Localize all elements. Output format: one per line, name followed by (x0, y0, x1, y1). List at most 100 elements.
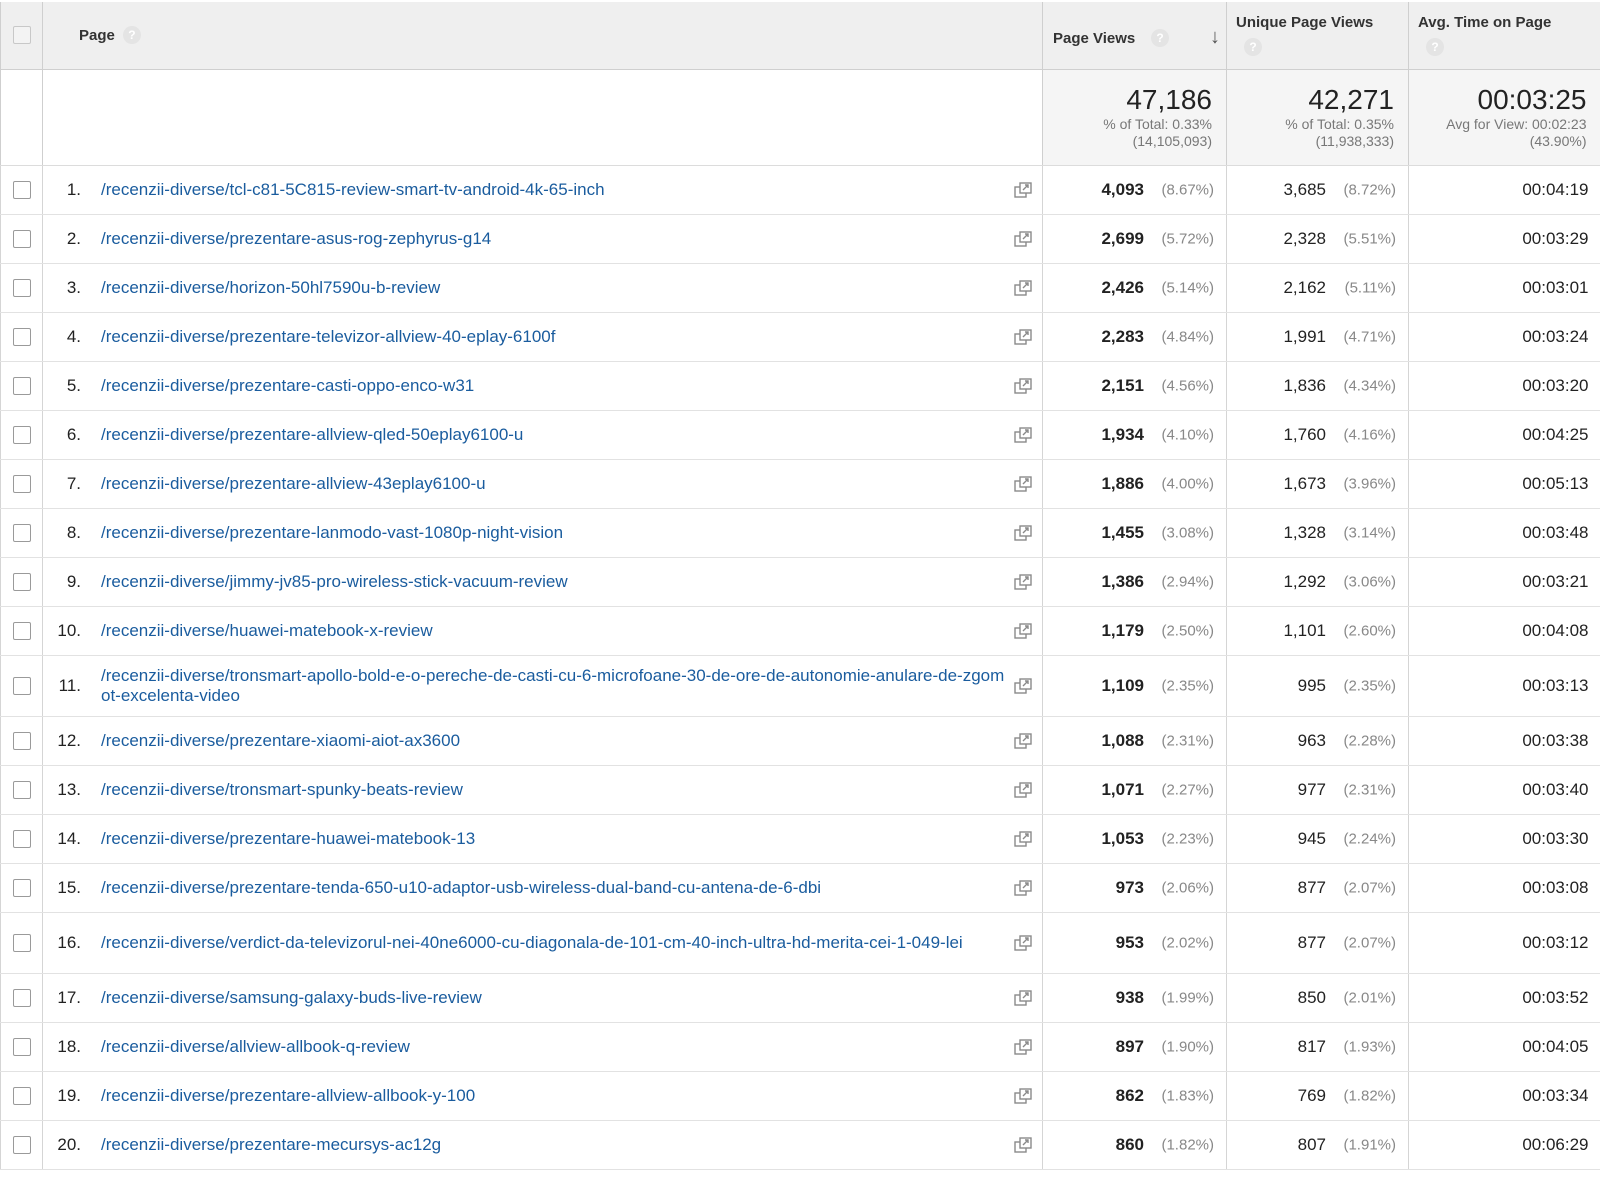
table-row[interactable]: 17. /recenzii-diverse/samsung-galaxy-buds… (0, 973, 1600, 1023)
table-row[interactable]: 3. /recenzii-diverse/horizon-50hl7590u-b-… (0, 263, 1600, 313)
unique-page-views-percent: (2.60%) (1343, 622, 1396, 639)
table-row[interactable]: 11. /recenzii-diverse/tronsmart-apollo-bo… (0, 655, 1600, 717)
page-link[interactable]: /recenzii-diverse/prezentare-televizor-a… (101, 327, 1008, 347)
row-checkbox[interactable] (12, 1087, 31, 1106)
column-header-page-views[interactable]: Page Views ? ↓ (1042, 2, 1227, 70)
table-row[interactable]: 1. /recenzii-diverse/tcl-c81-5C815-review… (0, 165, 1600, 215)
page-link[interactable]: /recenzii-diverse/prezentare-xiaomi-aiot… (101, 731, 1008, 751)
open-in-new-window-icon[interactable] (1014, 934, 1032, 951)
table-row[interactable]: 16. /recenzii-diverse/verdict-da-televizo… (0, 912, 1600, 974)
row-checkbox[interactable] (12, 377, 31, 396)
row-checkbox[interactable] (12, 830, 31, 849)
table-row[interactable]: 19. /recenzii-diverse/prezentare-allview-… (0, 1071, 1600, 1121)
open-in-new-window-icon[interactable] (1014, 328, 1032, 345)
open-in-new-window-icon[interactable] (1014, 230, 1032, 247)
page-link[interactable]: /recenzii-diverse/horizon-50hl7590u-b-re… (101, 278, 1008, 298)
table-row[interactable]: 8. /recenzii-diverse/prezentare-lanmodo-v… (0, 508, 1600, 558)
open-in-new-window-icon[interactable] (1014, 622, 1032, 639)
select-all-checkbox[interactable] (12, 26, 31, 45)
page-link[interactable]: /recenzii-diverse/prezentare-huawei-mate… (101, 829, 1008, 849)
help-icon[interactable]: ? (122, 26, 141, 45)
row-checkbox[interactable] (12, 732, 31, 751)
unique-page-views-percent: (2.24%) (1343, 830, 1396, 847)
row-checkbox[interactable] (12, 475, 31, 494)
table-row[interactable]: 18. /recenzii-diverse/allview-allbook-q-r… (0, 1022, 1600, 1072)
table-row[interactable]: 2. /recenzii-diverse/prezentare-asus-rog-… (0, 214, 1600, 264)
page-link[interactable]: /recenzii-diverse/prezentare-tenda-650-u… (101, 878, 1008, 898)
row-checkbox[interactable] (12, 1038, 31, 1057)
open-in-new-window-icon[interactable] (1014, 781, 1032, 798)
open-in-new-window-icon[interactable] (1014, 475, 1032, 492)
row-checkbox[interactable] (12, 934, 31, 953)
page-link[interactable]: /recenzii-diverse/huawei-matebook-x-revi… (101, 621, 1008, 641)
column-header-avg-time-on-page[interactable]: Avg. Time on Page ? (1408, 2, 1600, 70)
page-link[interactable]: /recenzii-diverse/tronsmart-apollo-bold-… (101, 666, 1008, 706)
row-checkbox[interactable] (12, 279, 31, 298)
table-row[interactable]: 6. /recenzii-diverse/prezentare-allview-q… (0, 410, 1600, 460)
table-row[interactable]: 5. /recenzii-diverse/prezentare-casti-opp… (0, 361, 1600, 411)
table-row[interactable]: 9. /recenzii-diverse/jimmy-jv85-pro-wirel… (0, 557, 1600, 607)
page-link[interactable]: /recenzii-diverse/prezentare-allview-qle… (101, 425, 1008, 445)
row-checkbox[interactable] (12, 677, 31, 696)
open-in-new-window-icon[interactable] (1014, 989, 1032, 1006)
row-checkbox[interactable] (12, 573, 31, 592)
open-in-new-window-icon[interactable] (1014, 879, 1032, 896)
page-link[interactable]: /recenzii-diverse/samsung-galaxy-buds-li… (101, 988, 1008, 1008)
row-checkbox[interactable] (12, 989, 31, 1008)
page-link[interactable]: /recenzii-diverse/prezentare-allview-43e… (101, 474, 1008, 494)
table-row[interactable]: 10. /recenzii-diverse/huawei-matebook-x-r… (0, 606, 1600, 656)
help-icon[interactable]: ? (1426, 38, 1444, 56)
open-in-new-window-icon[interactable] (1014, 181, 1032, 198)
open-in-new-window-icon[interactable] (1014, 279, 1032, 296)
row-checkbox[interactable] (12, 524, 31, 543)
column-header-page[interactable]: Page? (42, 2, 1043, 70)
open-in-new-window-icon[interactable] (1014, 377, 1032, 394)
row-checkbox[interactable] (12, 181, 31, 200)
table-row[interactable]: 20. /recenzii-diverse/prezentare-mecursys… (0, 1120, 1600, 1170)
page-link[interactable]: /recenzii-diverse/tcl-c81-5C815-review-s… (101, 180, 1008, 200)
avg-time-cell: 00:03:13 (1408, 655, 1600, 717)
table-row[interactable]: 4. /recenzii-diverse/prezentare-televizor… (0, 312, 1600, 362)
table-row[interactable]: 12. /recenzii-diverse/prezentare-xiaomi-a… (0, 716, 1600, 766)
table-row[interactable]: 15. /recenzii-diverse/prezentare-tenda-65… (0, 863, 1600, 913)
page-link[interactable]: /recenzii-diverse/tronsmart-spunky-beats… (101, 780, 1008, 800)
sort-descending-icon[interactable]: ↓ (1210, 26, 1220, 49)
help-icon[interactable]: ? (1151, 29, 1169, 47)
row-checkbox[interactable] (12, 1136, 31, 1155)
help-icon[interactable]: ? (1244, 38, 1262, 56)
column-header-unique-page-views[interactable]: Unique Page Views ? (1226, 2, 1409, 70)
page-link[interactable]: /recenzii-diverse/prezentare-allview-all… (101, 1086, 1008, 1106)
page-link[interactable]: /recenzii-diverse/jimmy-jv85-pro-wireles… (101, 572, 1008, 592)
page-link[interactable]: /recenzii-diverse/prezentare-asus-rog-ze… (101, 229, 1008, 249)
open-in-new-window-icon[interactable] (1014, 524, 1032, 541)
row-checkbox[interactable] (12, 328, 31, 347)
unique-page-views-percent: (2.07%) (1343, 879, 1396, 896)
open-in-new-window-icon[interactable] (1014, 732, 1032, 749)
open-in-new-window-icon[interactable] (1014, 426, 1032, 443)
avg-time-value: 00:04:25 (1522, 424, 1589, 444)
row-checkbox[interactable] (12, 622, 31, 641)
open-in-new-window-icon[interactable] (1014, 1136, 1032, 1153)
page-link[interactable]: /recenzii-diverse/prezentare-casti-oppo-… (101, 376, 1008, 396)
row-checkbox[interactable] (12, 781, 31, 800)
report-table: Page? Page Views ? ↓ Unique Page Views ?… (0, 2, 1600, 1170)
table-row[interactable]: 7. /recenzii-diverse/prezentare-allview-4… (0, 459, 1600, 509)
page-link[interactable]: /recenzii-diverse/verdict-da-televizorul… (101, 933, 1008, 953)
page-link[interactable]: /recenzii-diverse/prezentare-lanmodo-vas… (101, 523, 1008, 543)
unique-page-views-percent: (4.34%) (1343, 377, 1396, 394)
row-checkbox[interactable] (12, 879, 31, 898)
totals-avg-time-for-view: Avg for View: 00:02:23 (1446, 115, 1587, 132)
column-label-page-views: Page Views (1053, 30, 1136, 47)
open-in-new-window-icon[interactable] (1014, 1087, 1032, 1104)
page-link[interactable]: /recenzii-diverse/allview-allbook-q-revi… (101, 1037, 1008, 1057)
open-in-new-window-icon[interactable] (1014, 677, 1032, 694)
open-in-new-window-icon[interactable] (1014, 1038, 1032, 1055)
page-link[interactable]: /recenzii-diverse/prezentare-mecursys-ac… (101, 1135, 1008, 1155)
table-row[interactable]: 13. /recenzii-diverse/tronsmart-spunky-be… (0, 765, 1600, 815)
row-checkbox[interactable] (12, 426, 31, 445)
open-in-new-window-icon[interactable] (1014, 830, 1032, 847)
table-row[interactable]: 14. /recenzii-diverse/prezentare-huawei-m… (0, 814, 1600, 864)
row-checkbox[interactable] (12, 230, 31, 249)
open-in-new-window-icon[interactable] (1014, 573, 1032, 590)
page-views-value: 2,699 (1101, 228, 1144, 248)
